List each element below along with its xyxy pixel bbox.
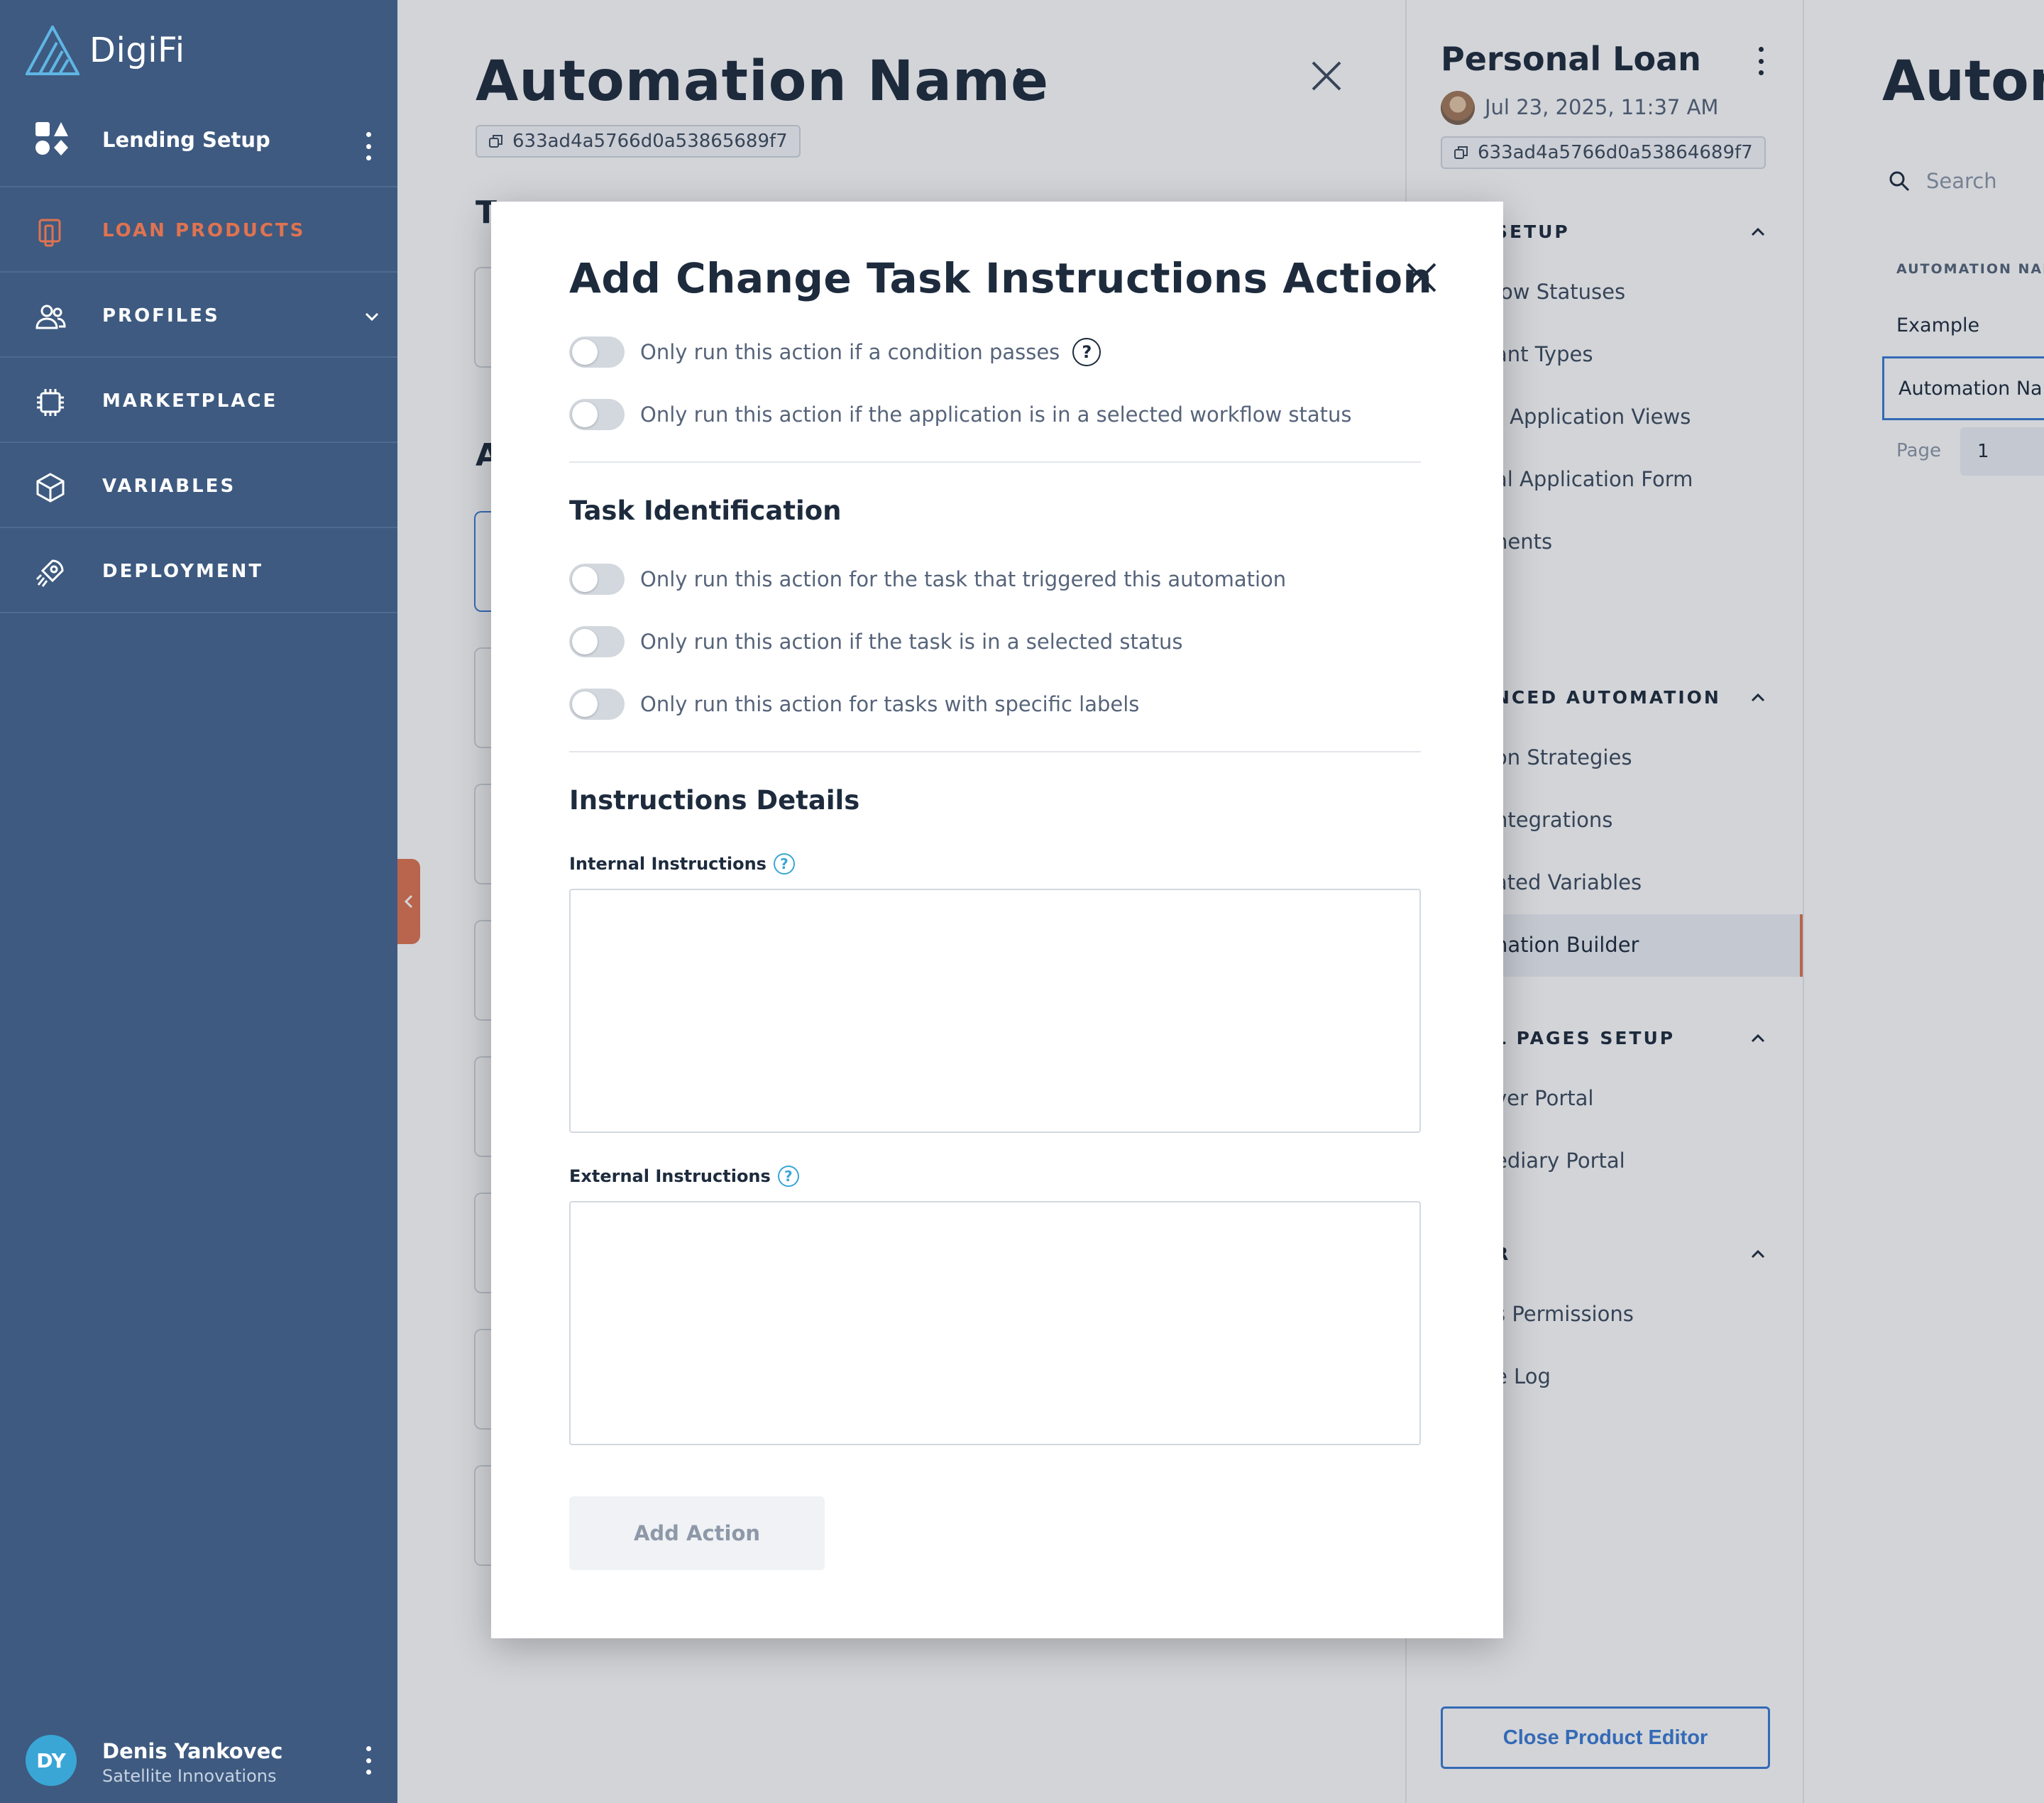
divider	[569, 461, 1421, 463]
toggle-label: Only run this action if a condition pass…	[640, 340, 1060, 364]
task-labels-toggle[interactable]	[569, 689, 625, 720]
condition-toggle[interactable]	[569, 336, 625, 368]
marketplace-icon	[37, 389, 64, 416]
nav-deployment[interactable]: DEPLOYMENT	[0, 528, 397, 613]
instructions-details-title: Instructions Details	[569, 785, 860, 816]
user-org: Satellite Innovations	[102, 1766, 277, 1786]
close-icon[interactable]	[1405, 261, 1438, 294]
digifi-logo-icon	[26, 26, 79, 75]
avatar: DY	[26, 1735, 77, 1786]
nav-loan-products[interactable]: LOAN PRODUCTS	[0, 187, 397, 273]
help-icon[interactable]: ?	[777, 1166, 799, 1187]
external-instructions-label: External Instructions ?	[569, 1166, 799, 1187]
task-labels-toggle-row: Only run this action for tasks with spec…	[569, 689, 1139, 720]
add-action-button[interactable]: Add Action	[569, 1496, 825, 1570]
workflow-status-toggle[interactable]	[569, 399, 625, 430]
deployment-icon	[35, 559, 64, 587]
triggered-task-toggle-row: Only run this action for the task that t…	[569, 564, 1286, 595]
user-menu-icon[interactable]	[365, 1746, 372, 1775]
nav-profiles[interactable]: PROFILES	[0, 273, 397, 358]
nav-variables[interactable]: VARIABLES	[0, 443, 397, 528]
condition-toggle-row: Only run this action if a condition pass…	[569, 336, 1101, 368]
lending-setup-row[interactable]: Lending Setup	[0, 106, 397, 187]
toggle-label: Only run this action for tasks with spec…	[640, 692, 1140, 716]
nav-marketplace[interactable]: MARKETPLACE	[0, 358, 397, 443]
setup-menu-icon[interactable]	[365, 132, 372, 160]
user-name: Denis Yankovec	[102, 1739, 283, 1763]
divider	[569, 751, 1421, 752]
triggered-task-toggle[interactable]	[569, 564, 625, 595]
task-status-toggle[interactable]	[569, 626, 625, 657]
toggle-label: Only run this action if the task is in a…	[640, 630, 1183, 654]
nav-label: VARIABLES	[102, 476, 236, 497]
nav-label: DEPLOYMENT	[102, 561, 264, 582]
sidebar: DigiFi Lending Setup LOAN PRODUCTS PROFI…	[0, 0, 397, 1803]
modal-title: Add Change Task Instructions Action	[569, 254, 1433, 302]
logo-text: DigiFi	[89, 31, 185, 70]
add-action-modal: Add Change Task Instructions Action Only…	[491, 202, 1503, 1638]
nav-label: MARKETPLACE	[102, 390, 278, 412]
profiles-icon	[35, 305, 66, 329]
task-identification-title: Task Identification	[569, 495, 842, 526]
loan-products-icon	[38, 219, 61, 247]
internal-instructions-textarea[interactable]	[569, 889, 1421, 1133]
nav-label: PROFILES	[102, 305, 220, 327]
lending-setup-label: Lending Setup	[102, 128, 270, 152]
variables-icon	[36, 473, 65, 503]
chevron-down-icon[interactable]	[362, 307, 382, 327]
internal-instructions-label: Internal Instructions ?	[569, 853, 795, 875]
shapes-icon	[35, 122, 68, 155]
help-icon[interactable]: ?	[1072, 338, 1101, 366]
toggle-label: Only run this action for the task that t…	[640, 567, 1287, 591]
nav-label: LOAN PRODUCTS	[102, 220, 306, 241]
help-icon[interactable]: ?	[773, 853, 795, 875]
logo[interactable]: DigiFi	[26, 26, 185, 75]
workflow-status-toggle-row: Only run this action if the application …	[569, 399, 1352, 430]
toggle-label: Only run this action if the application …	[640, 402, 1352, 427]
task-status-toggle-row: Only run this action if the task is in a…	[569, 626, 1183, 657]
external-instructions-textarea[interactable]	[569, 1201, 1421, 1445]
user-profile[interactable]: DY Denis Yankovec Satellite Innovations	[0, 1719, 397, 1803]
